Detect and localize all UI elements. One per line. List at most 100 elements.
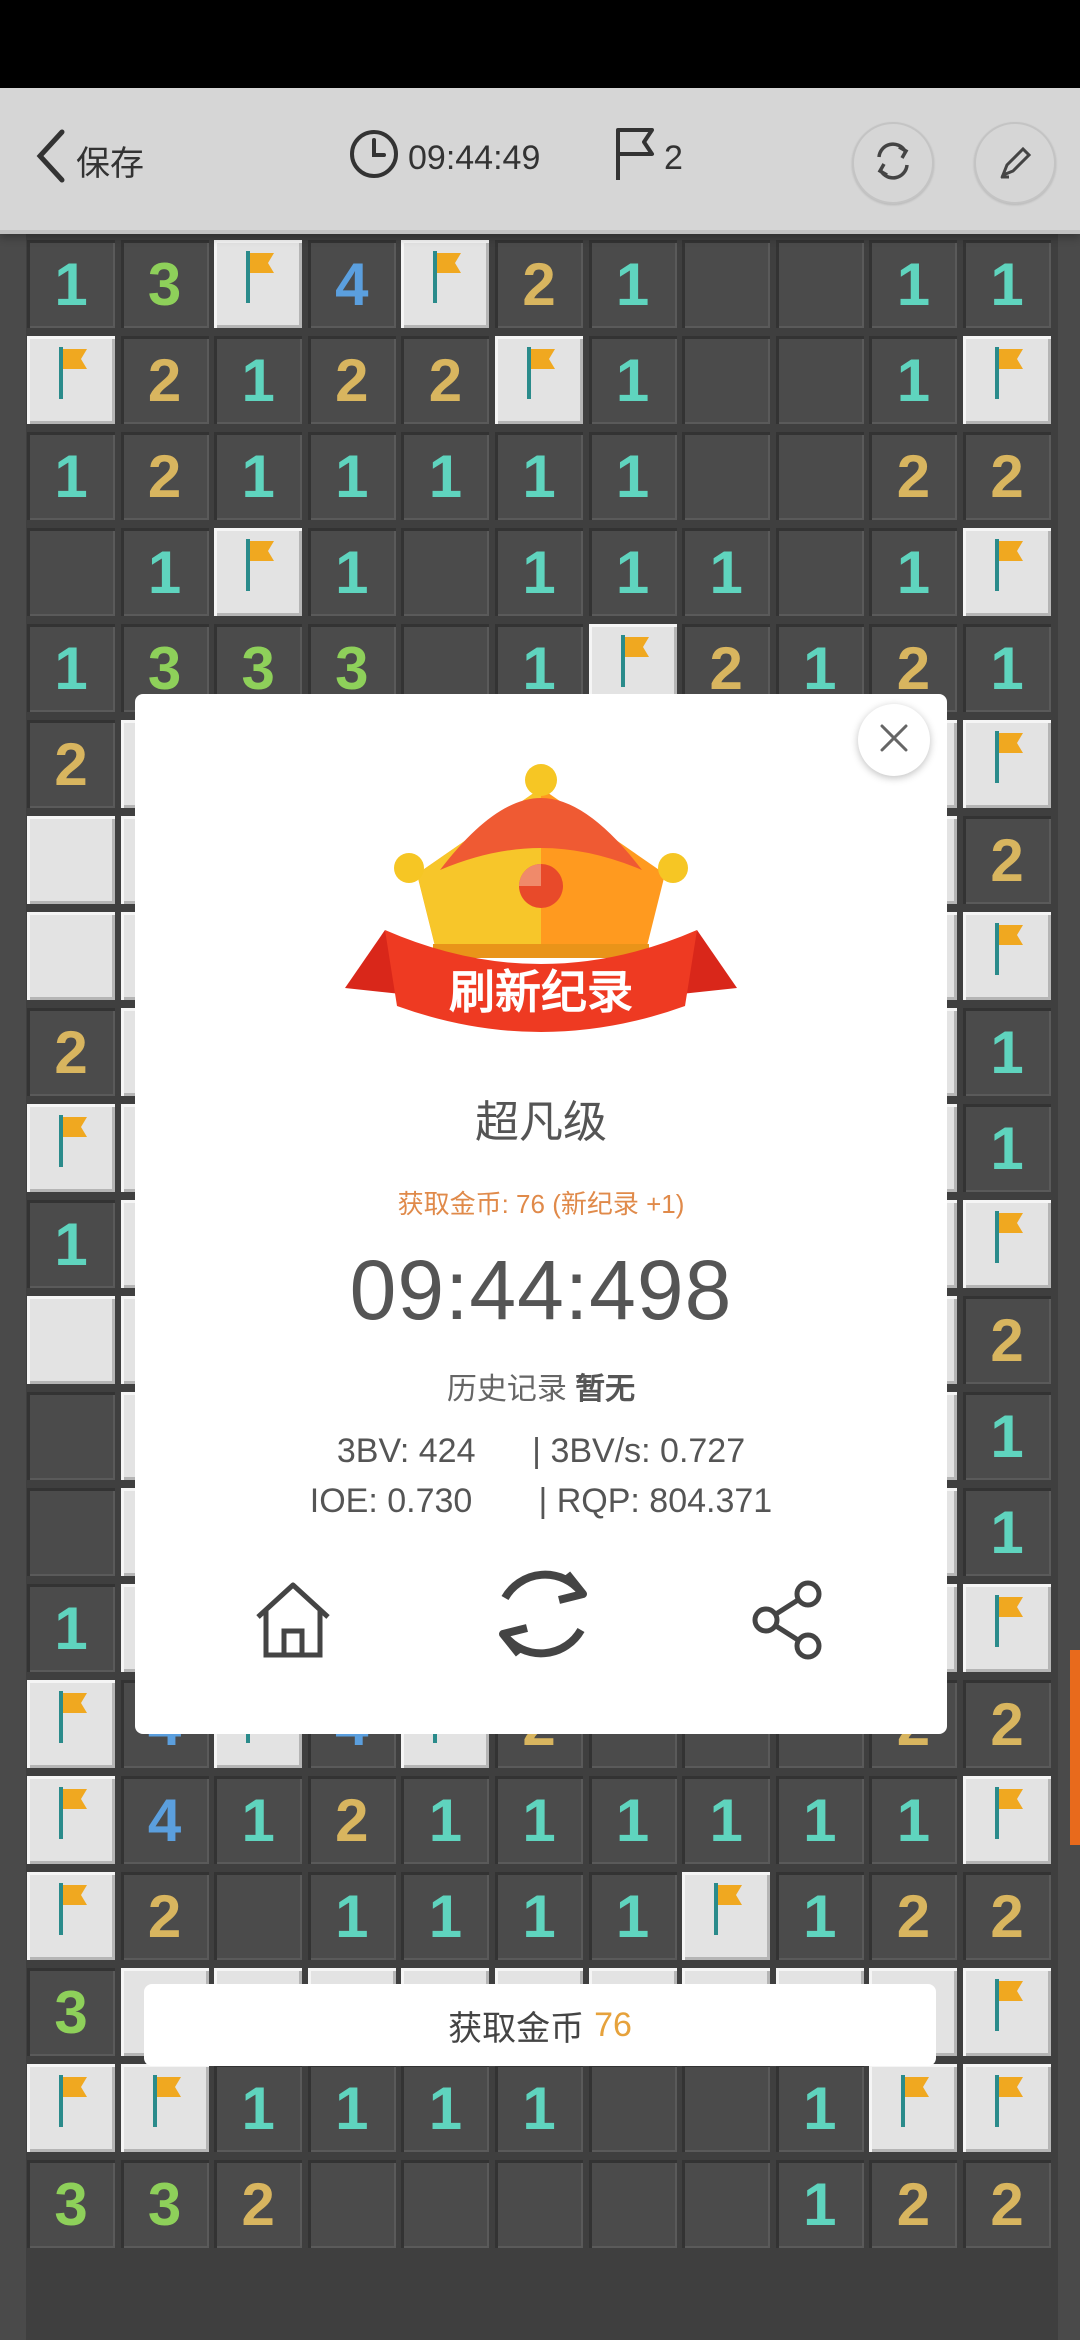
- number-cell[interactable]: 3: [27, 2160, 115, 2248]
- number-cell[interactable]: 1: [401, 1872, 490, 1960]
- home-button[interactable]: [245, 1574, 341, 1670]
- empty-cell[interactable]: [27, 1488, 115, 1576]
- number-cell[interactable]: 1: [401, 1776, 490, 1864]
- empty-cell[interactable]: [27, 1392, 115, 1480]
- number-cell[interactable]: 2: [307, 336, 396, 424]
- empty-cell[interactable]: [495, 2160, 583, 2248]
- number-cell[interactable]: 2: [963, 1296, 1051, 1384]
- number-cell[interactable]: 3: [120, 2160, 209, 2248]
- number-cell[interactable]: 1: [869, 336, 958, 424]
- flagged-cell[interactable]: [120, 2064, 209, 2152]
- number-cell[interactable]: 1: [27, 240, 115, 328]
- number-cell[interactable]: 1: [588, 528, 677, 616]
- close-button[interactable]: [858, 704, 930, 776]
- flagged-cell[interactable]: [869, 2064, 958, 2152]
- empty-cell[interactable]: [307, 2160, 396, 2248]
- number-cell[interactable]: 1: [495, 432, 583, 520]
- number-cell[interactable]: 2: [401, 336, 490, 424]
- number-cell[interactable]: 1: [682, 528, 771, 616]
- number-cell[interactable]: 3: [120, 240, 209, 328]
- empty-cell[interactable]: [588, 2064, 677, 2152]
- number-cell[interactable]: 4: [120, 1776, 209, 1864]
- number-cell[interactable]: 1: [495, 1776, 583, 1864]
- share-button[interactable]: [743, 1574, 833, 1670]
- flagged-cell[interactable]: [27, 336, 115, 424]
- number-cell[interactable]: 1: [869, 240, 958, 328]
- number-cell[interactable]: 1: [775, 2160, 864, 2248]
- flagged-cell[interactable]: [963, 1584, 1051, 1672]
- number-cell[interactable]: 1: [495, 528, 583, 616]
- number-cell[interactable]: 1: [120, 528, 209, 616]
- replay-button[interactable]: [481, 1554, 605, 1678]
- flagged-cell[interactable]: [963, 336, 1051, 424]
- flagged-cell[interactable]: [214, 528, 303, 616]
- edit-button[interactable]: [974, 122, 1056, 204]
- flagged-cell[interactable]: [963, 720, 1051, 808]
- number-cell[interactable]: 1: [963, 1392, 1051, 1480]
- empty-cell[interactable]: [775, 336, 864, 424]
- empty-cell[interactable]: [27, 528, 115, 616]
- number-cell[interactable]: 1: [495, 2064, 583, 2152]
- unopened-cell[interactable]: [27, 816, 115, 904]
- number-cell[interactable]: 2: [27, 1008, 115, 1096]
- number-cell[interactable]: 2: [963, 2160, 1051, 2248]
- number-cell[interactable]: 1: [775, 1776, 864, 1864]
- number-cell[interactable]: 2: [963, 1872, 1051, 1960]
- number-cell[interactable]: 1: [401, 2064, 490, 2152]
- flagged-cell[interactable]: [963, 912, 1051, 1000]
- empty-cell[interactable]: [682, 336, 771, 424]
- number-cell[interactable]: 1: [495, 1872, 583, 1960]
- number-cell[interactable]: 4: [307, 240, 396, 328]
- number-cell[interactable]: 1: [214, 432, 303, 520]
- number-cell[interactable]: 1: [588, 240, 677, 328]
- empty-cell[interactable]: [775, 528, 864, 616]
- number-cell[interactable]: 1: [307, 1872, 396, 1960]
- flagged-cell[interactable]: [963, 1200, 1051, 1288]
- flagged-cell[interactable]: [27, 1776, 115, 1864]
- empty-cell[interactable]: [682, 2160, 771, 2248]
- number-cell[interactable]: 2: [869, 1872, 958, 1960]
- number-cell[interactable]: 1: [588, 1872, 677, 1960]
- number-cell[interactable]: 1: [27, 624, 115, 712]
- empty-cell[interactable]: [682, 240, 771, 328]
- flagged-cell[interactable]: [27, 1872, 115, 1960]
- number-cell[interactable]: 3: [27, 1968, 115, 2056]
- number-cell[interactable]: 1: [307, 528, 396, 616]
- flagged-cell[interactable]: [27, 1680, 115, 1768]
- number-cell[interactable]: 2: [27, 720, 115, 808]
- number-cell[interactable]: 1: [588, 336, 677, 424]
- number-cell[interactable]: 1: [963, 1008, 1051, 1096]
- unopened-cell[interactable]: [27, 912, 115, 1000]
- empty-cell[interactable]: [682, 432, 771, 520]
- unopened-cell[interactable]: [27, 1296, 115, 1384]
- empty-cell[interactable]: [401, 2160, 490, 2248]
- number-cell[interactable]: 1: [588, 1776, 677, 1864]
- number-cell[interactable]: 1: [775, 2064, 864, 2152]
- flagged-cell[interactable]: [495, 336, 583, 424]
- number-cell[interactable]: 2: [120, 336, 209, 424]
- flagged-cell[interactable]: [401, 240, 490, 328]
- number-cell[interactable]: 1: [963, 1488, 1051, 1576]
- number-cell[interactable]: 1: [963, 624, 1051, 712]
- number-cell[interactable]: 1: [963, 240, 1051, 328]
- number-cell[interactable]: 1: [775, 1872, 864, 1960]
- number-cell[interactable]: 1: [963, 1104, 1051, 1192]
- number-cell[interactable]: 1: [401, 432, 490, 520]
- restart-button[interactable]: [852, 122, 934, 204]
- flagged-cell[interactable]: [963, 528, 1051, 616]
- flagged-cell[interactable]: [963, 1776, 1051, 1864]
- number-cell[interactable]: 1: [214, 2064, 303, 2152]
- number-cell[interactable]: 2: [495, 240, 583, 328]
- number-cell[interactable]: 1: [27, 1200, 115, 1288]
- number-cell[interactable]: 2: [214, 2160, 303, 2248]
- flagged-cell[interactable]: [682, 1872, 771, 1960]
- number-cell[interactable]: 1: [588, 432, 677, 520]
- empty-cell[interactable]: [775, 240, 864, 328]
- number-cell[interactable]: 2: [963, 816, 1051, 904]
- flagged-cell[interactable]: [963, 1968, 1051, 2056]
- number-cell[interactable]: 2: [869, 432, 958, 520]
- number-cell[interactable]: 2: [869, 2160, 958, 2248]
- number-cell[interactable]: 1: [214, 1776, 303, 1864]
- save-back-button[interactable]: 保存: [32, 128, 144, 193]
- number-cell[interactable]: 2: [963, 1680, 1051, 1768]
